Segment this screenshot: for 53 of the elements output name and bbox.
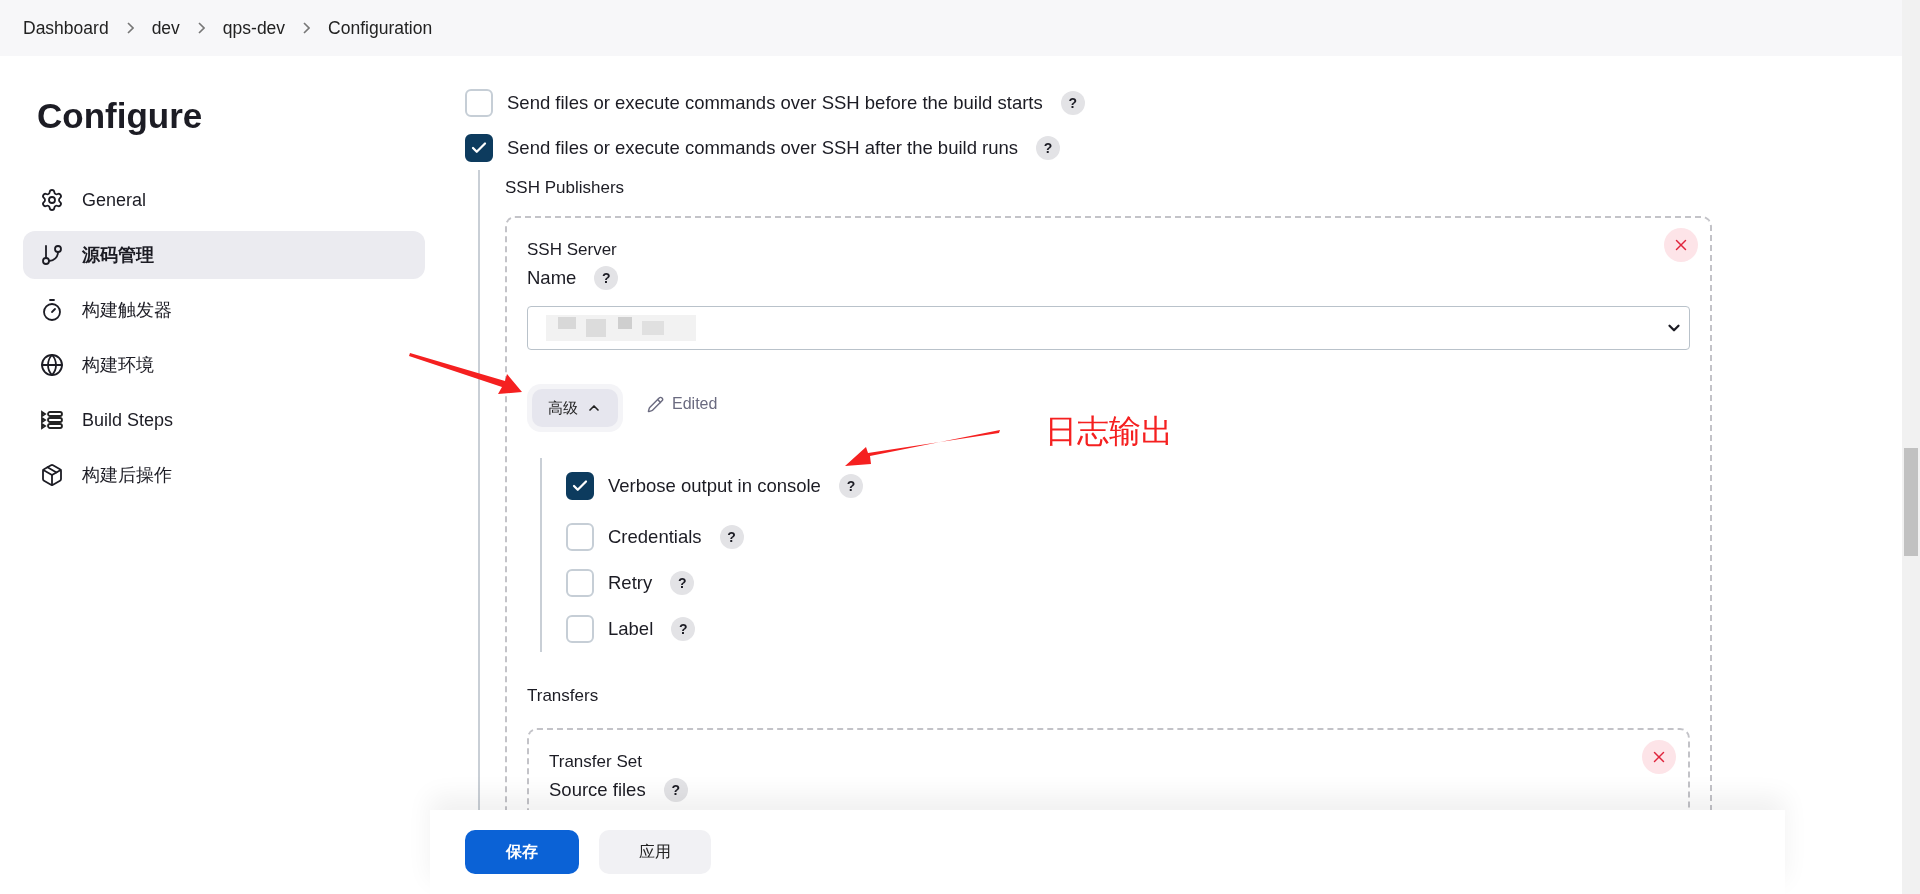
help-icon[interactable]: ? — [719, 525, 744, 549]
chevron-icon — [197, 22, 205, 34]
option-label: Label — [608, 618, 654, 640]
package-icon — [40, 463, 64, 487]
sidebar-item[interactable]: Build Steps — [23, 396, 425, 444]
sidebar-item[interactable]: General — [23, 176, 425, 224]
scrollbar[interactable] — [1902, 0, 1920, 894]
gear-icon — [40, 188, 64, 212]
list-icon — [40, 408, 64, 432]
help-icon[interactable]: ? — [663, 778, 688, 802]
pencil-icon — [647, 395, 664, 413]
field-label: Name — [527, 267, 577, 289]
option-label: Send files or execute commands over SSH before the build starts — [507, 91, 1043, 114]
globe-icon — [40, 353, 64, 377]
sidebar-item[interactable]: 源码管理 — [23, 231, 425, 279]
option-label: Retry — [608, 572, 653, 594]
close-button[interactable] — [1642, 740, 1676, 774]
close-button[interactable] — [1664, 228, 1698, 262]
annotation-text: 日志输出 — [1045, 412, 1173, 451]
sidebar-item[interactable]: 构建触发器 — [23, 286, 425, 334]
card-title: Transfer Set — [549, 752, 642, 772]
breadcrumb-link[interactable]: Configuration — [328, 17, 433, 39]
section-label: SSH Publishers — [505, 178, 625, 198]
scrollbar-thumb[interactable] — [1904, 448, 1918, 556]
help-icon[interactable]: ? — [671, 617, 696, 641]
page-title: Configure — [36, 96, 204, 136]
help-icon[interactable]: ? — [594, 266, 619, 290]
option-label: Credentials — [608, 526, 702, 548]
help-icon[interactable]: ? — [838, 474, 863, 498]
timer-icon — [40, 298, 64, 322]
option-label: Verbose output in console — [608, 475, 821, 497]
chevron-icon — [303, 22, 311, 34]
card-title: SSH Server — [527, 240, 617, 260]
help-icon[interactable]: ? — [670, 571, 695, 595]
help-icon[interactable]: ? — [1036, 135, 1061, 160]
sidebar-item[interactable]: 构建后操作 — [23, 451, 425, 499]
edited-label: Edited — [672, 395, 718, 413]
server-select[interactable] — [527, 306, 1690, 350]
field-label: Source files — [549, 779, 646, 801]
apply-button[interactable]: 应用 — [599, 830, 711, 874]
help-icon[interactable]: ? — [1060, 90, 1085, 115]
section-label: Transfers — [527, 686, 599, 706]
advanced-button[interactable]: 高级 — [532, 389, 618, 427]
option-label: Send files or execute commands over SSH after the build runs — [507, 136, 1019, 159]
breadcrumb-link[interactable]: dev — [151, 17, 180, 39]
breadcrumb-link[interactable]: Dashboard — [23, 17, 109, 39]
checkbox[interactable] — [566, 472, 594, 500]
save-button[interactable]: 保存 — [465, 830, 579, 874]
branch-icon — [40, 243, 64, 267]
chevron-icon — [126, 22, 134, 34]
sidebar-item[interactable]: 构建环境 — [23, 341, 425, 389]
checkbox[interactable] — [465, 133, 493, 162]
breadcrumb-link[interactable]: qps-dev — [222, 17, 286, 39]
